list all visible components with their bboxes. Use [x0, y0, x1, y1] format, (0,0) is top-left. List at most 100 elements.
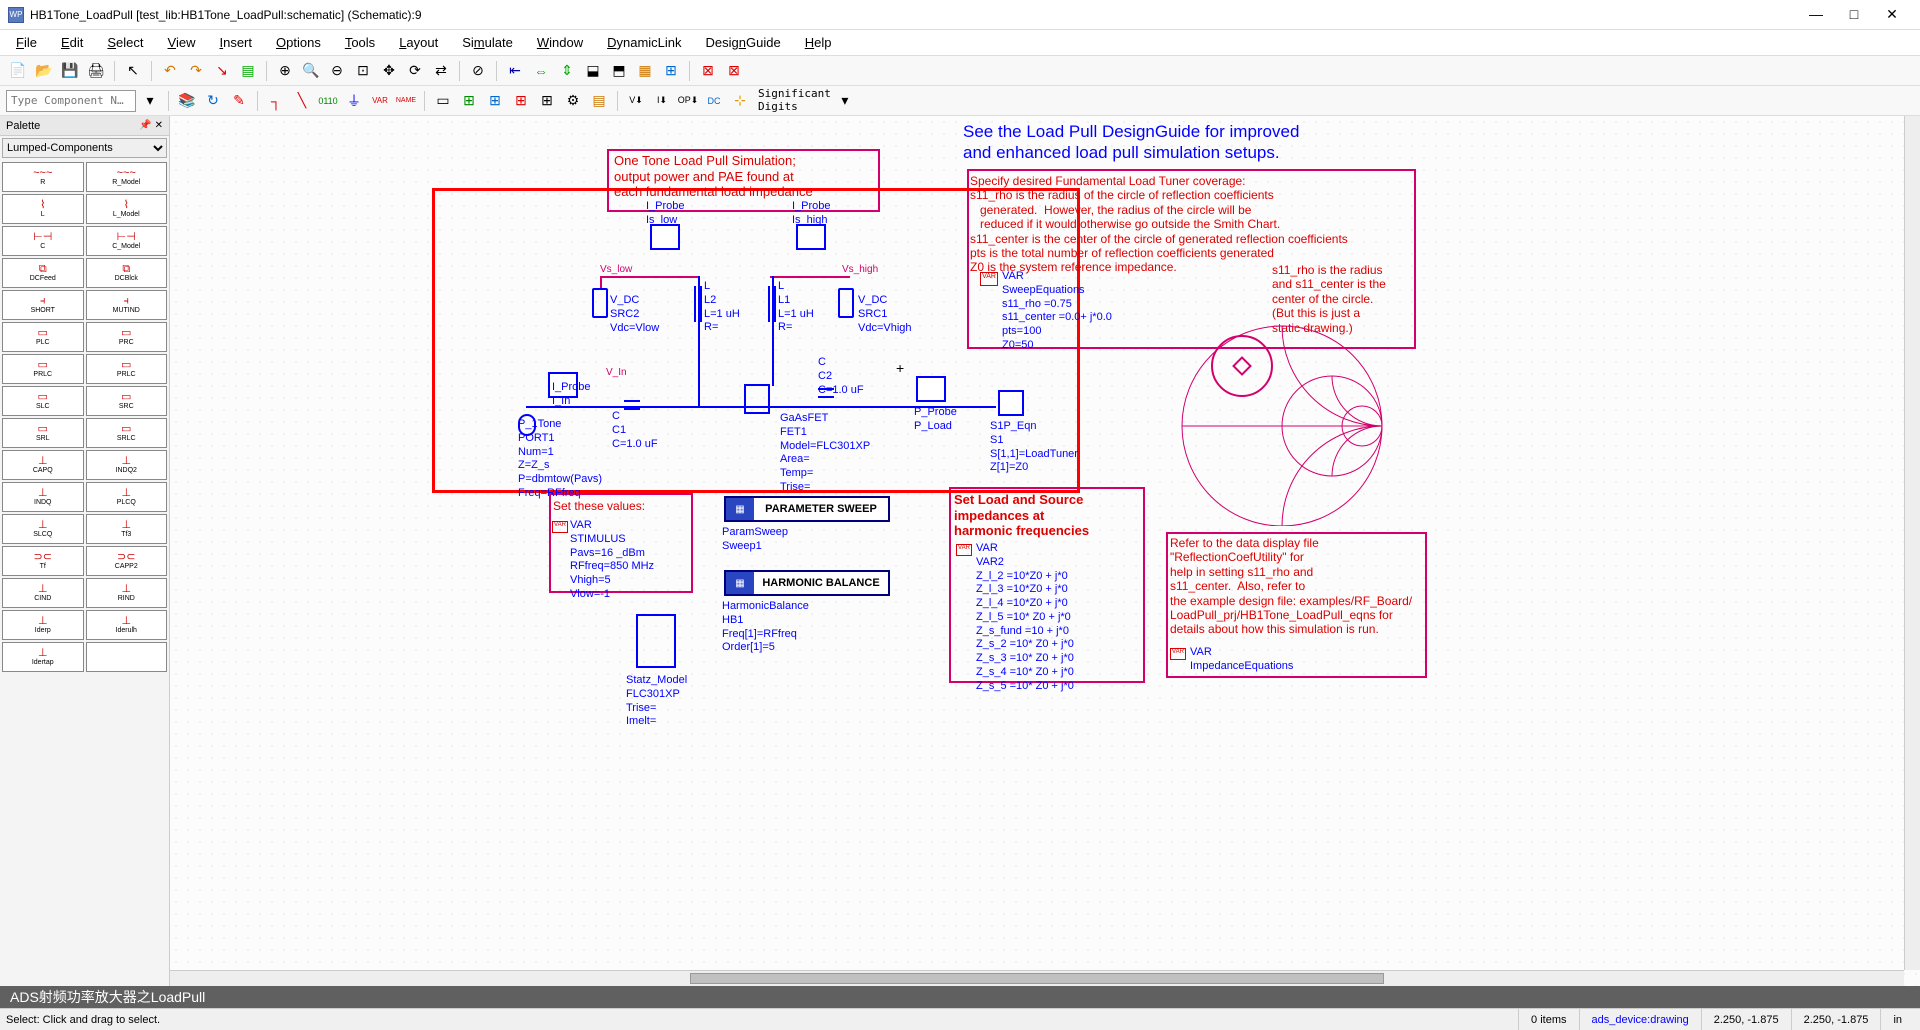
palette-item-l[interactable]: ⌇L [2, 194, 84, 224]
close-button[interactable]: ✕ [1882, 6, 1902, 23]
menu-file[interactable]: File [6, 33, 47, 52]
palette-item-dcblck[interactable]: ⧉DCBlck [86, 258, 168, 288]
history-icon[interactable]: ↻ [201, 89, 225, 113]
palette-item-slcq[interactable]: ⊥SLCQ [2, 514, 84, 544]
palette-item-indq[interactable]: ⊥INDQ [2, 482, 84, 512]
pan-icon[interactable]: ✥ [377, 59, 401, 83]
vdc-src1-symbol[interactable] [838, 288, 854, 318]
expand-h-icon[interactable]: ⇔ [529, 59, 553, 83]
print-icon[interactable]: 🖨 [84, 59, 108, 83]
c1-symbol[interactable] [624, 400, 640, 410]
mirror-icon[interactable]: ⇄ [429, 59, 453, 83]
wire-icon[interactable]: ┐ [264, 89, 288, 113]
net-icon[interactable]: ⊞ [659, 59, 683, 83]
pop-icon[interactable]: ⬒ [607, 59, 631, 83]
parameter-sweep-block[interactable]: ▦ PARAMETER SWEEP [724, 496, 890, 522]
palette-item-slc[interactable]: ▭SLC [2, 386, 84, 416]
palette-item-prlc[interactable]: ▭PRLC [2, 354, 84, 384]
bias-icon[interactable]: ⊹ [728, 89, 752, 113]
s1p-symbol[interactable] [998, 390, 1024, 416]
var-icon[interactable]: VAR [368, 89, 392, 113]
open-icon[interactable]: 📂 [32, 59, 56, 83]
binary-icon[interactable]: 0110 [316, 89, 340, 113]
dropdown-icon[interactable]: ▾ [138, 89, 162, 113]
menu-options[interactable]: Options [266, 33, 331, 52]
menu-help[interactable]: Help [795, 33, 842, 52]
pprobe-symbol[interactable] [916, 376, 946, 402]
palette-item-tf[interactable]: ⊃⊂Tf [2, 546, 84, 576]
palette-item-plcq[interactable]: ⊥PLCQ [86, 482, 168, 512]
palette-pin-icon[interactable]: 📌 ✕ [139, 120, 163, 131]
menu-window[interactable]: Window [527, 33, 593, 52]
menu-simulate[interactable]: Simulate [452, 33, 523, 52]
palette-item-cind[interactable]: ⊥CIND [2, 578, 84, 608]
iprobe-high-symbol[interactable] [796, 224, 826, 250]
sim2-icon[interactable]: ⊞ [457, 89, 481, 113]
name-icon[interactable]: NAME [394, 89, 418, 113]
sim4-icon[interactable]: ⊞ [509, 89, 533, 113]
results-icon[interactable]: ▤ [587, 89, 611, 113]
short2-icon[interactable]: ⊠ [722, 59, 746, 83]
contract-h-icon[interactable]: ⇕ [555, 59, 579, 83]
palette-item-indq2[interactable]: ⊥INDQ2 [86, 450, 168, 480]
push-icon[interactable]: ⬓ [581, 59, 605, 83]
status-layer[interactable]: ads_device:drawing [1579, 1009, 1701, 1030]
menu-dynamiclink[interactable]: DynamicLink [597, 33, 691, 52]
palette-item-c[interactable]: ⊢⊣C [2, 226, 84, 256]
palette-item-tf3[interactable]: ⊥Tf3 [86, 514, 168, 544]
palette-item-plc[interactable]: ▭PLC [2, 322, 84, 352]
palette-item-rind[interactable]: ⊥RIND [86, 578, 168, 608]
menu-select[interactable]: Select [97, 33, 153, 52]
wire2-icon[interactable]: ╲ [290, 89, 314, 113]
statz-symbol[interactable] [636, 614, 676, 668]
redo-icon[interactable]: ↷ [184, 59, 208, 83]
undo-icon[interactable]: ↶ [158, 59, 182, 83]
harmonic-balance-block[interactable]: ▦ HARMONIC BALANCE [724, 570, 890, 596]
sim5-icon[interactable]: ⊞ [535, 89, 559, 113]
maximize-button[interactable]: □ [1844, 6, 1864, 23]
end-icon[interactable]: ↘ [210, 59, 234, 83]
zoom-out-icon[interactable]: ⊖ [325, 59, 349, 83]
save-icon[interactable]: 💾 [58, 59, 82, 83]
menu-tools[interactable]: Tools [335, 33, 385, 52]
palette-item-capq[interactable]: ⊥CAPQ [2, 450, 84, 480]
palette-item-prlc[interactable]: ▭PRLC [86, 354, 168, 384]
new-icon[interactable]: 📄 [6, 59, 30, 83]
i-probe-icon[interactable]: I⬇ [650, 89, 674, 113]
stack-icon[interactable]: ▤ [236, 59, 260, 83]
library-icon[interactable]: 📚 [175, 89, 199, 113]
palette-item-capp2[interactable]: ⊃⊂CAPP2 [86, 546, 168, 576]
menu-edit[interactable]: Edit [51, 33, 93, 52]
rotate-icon[interactable]: ⟳ [403, 59, 427, 83]
palette-item-srl[interactable]: ▭SRL [2, 418, 84, 448]
layout-icon[interactable]: ▦ [633, 59, 657, 83]
vertical-scrollbar[interactable] [1904, 116, 1920, 970]
zoom-sel-icon[interactable]: ⊡ [351, 59, 375, 83]
op-icon[interactable]: OP⬇ [676, 89, 700, 113]
step-back-icon[interactable]: ⇤ [503, 59, 527, 83]
palette-item-srlc[interactable]: ▭SRLC [86, 418, 168, 448]
palette-item-src[interactable]: ▭SRC [86, 386, 168, 416]
palette-item-prc[interactable]: ▭PRC [86, 322, 168, 352]
menu-designguide[interactable]: DesignGuide [696, 33, 791, 52]
palette-item-idertap[interactable]: ⊥Idertap [2, 642, 84, 672]
component-name-input[interactable] [6, 90, 136, 112]
tune-icon[interactable]: ⚙ [561, 89, 585, 113]
minimize-button[interactable]: — [1806, 6, 1826, 23]
zoom-in-icon[interactable]: 🔍 [299, 59, 323, 83]
deactivate-icon[interactable]: ⊘ [466, 59, 490, 83]
menu-insert[interactable]: Insert [209, 33, 262, 52]
v-probe-icon[interactable]: V⬇ [624, 89, 648, 113]
palette-item-iderulh[interactable]: ⊥Iderulh [86, 610, 168, 640]
palette-item-iderp[interactable]: ⊥Iderp [2, 610, 84, 640]
zoom-all-icon[interactable]: ⊕ [273, 59, 297, 83]
palette-item-r[interactable]: ~~~R [2, 162, 84, 192]
menu-layout[interactable]: Layout [389, 33, 448, 52]
short1-icon[interactable]: ⊠ [696, 59, 720, 83]
sim1-icon[interactable]: ▭ [431, 89, 455, 113]
palette-item-[interactable] [86, 642, 168, 672]
palette-item-c_model[interactable]: ⊢⊣C_Model [86, 226, 168, 256]
digits-dropdown-icon[interactable]: ▾ [833, 89, 857, 113]
palette-item-mutind[interactable]: ⫞MUTIND [86, 290, 168, 320]
dc-icon[interactable]: DC [702, 89, 726, 113]
